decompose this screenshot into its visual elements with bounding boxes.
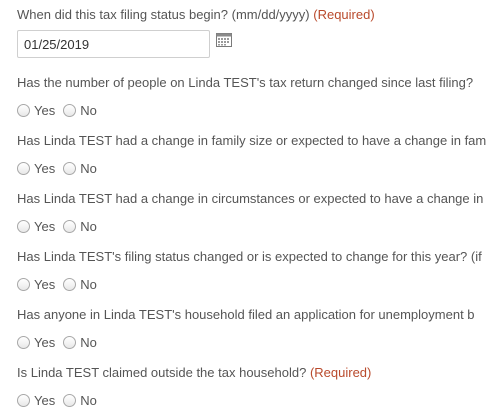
yes-label: Yes bbox=[34, 334, 56, 350]
question-text: Is Linda TEST claimed outside the tax ho… bbox=[17, 365, 307, 380]
question-label: Has Linda TEST had a change in family si… bbox=[17, 133, 491, 149]
no-option[interactable]: No bbox=[63, 277, 97, 292]
yes-radio[interactable] bbox=[17, 103, 30, 117]
no-option[interactable]: No bbox=[63, 393, 97, 408]
no-radio[interactable] bbox=[63, 103, 77, 117]
yes-no-radio-group: Yes No bbox=[17, 217, 491, 235]
question-label: Has Linda TEST had a change in circumsta… bbox=[17, 191, 491, 207]
question-family-size-change: Has Linda TEST had a change in family si… bbox=[17, 133, 491, 177]
yes-no-radio-group: Yes No bbox=[17, 275, 491, 293]
yes-radio[interactable] bbox=[17, 393, 30, 407]
yes-label: Yes bbox=[34, 218, 56, 234]
yes-option[interactable]: Yes bbox=[17, 219, 55, 234]
tax-status-start-date-input[interactable] bbox=[17, 30, 210, 58]
yes-no-radio-group: Yes No bbox=[17, 333, 491, 351]
yes-label: Yes bbox=[34, 276, 56, 292]
yes-radio[interactable] bbox=[17, 277, 30, 291]
question-text: Has the number of people on Linda TEST's… bbox=[17, 75, 474, 90]
yes-label: Yes bbox=[34, 160, 56, 176]
yes-radio[interactable] bbox=[17, 219, 30, 233]
question-unemployment-application: Has anyone in Linda TEST's household fil… bbox=[17, 307, 491, 351]
date-field-row bbox=[17, 30, 232, 58]
question-text: Has Linda TEST's filing status changed o… bbox=[17, 249, 482, 264]
no-label: No bbox=[80, 102, 97, 118]
question-tax-return-people-changed: Has the number of people on Linda TEST's… bbox=[17, 75, 491, 119]
no-label: No bbox=[80, 276, 97, 292]
question-label: Has Linda TEST's filing status changed o… bbox=[17, 249, 491, 265]
question-text: Has Linda TEST had a change in circumsta… bbox=[17, 191, 484, 206]
no-label: No bbox=[80, 160, 97, 176]
no-label: No bbox=[80, 334, 97, 350]
question-label: Has the number of people on Linda TEST's… bbox=[17, 75, 491, 91]
yes-no-radio-group: Yes No bbox=[17, 159, 491, 177]
no-option[interactable]: No bbox=[63, 219, 97, 234]
no-label: No bbox=[80, 392, 97, 408]
yes-option[interactable]: Yes bbox=[17, 393, 55, 408]
question-label: Has anyone in Linda TEST's household fil… bbox=[17, 307, 491, 323]
yes-option[interactable]: Yes bbox=[17, 335, 55, 350]
date-question-text: When did this tax filing status begin? (… bbox=[17, 7, 310, 22]
no-radio[interactable] bbox=[63, 219, 77, 233]
yes-no-radio-group: Yes No bbox=[17, 101, 491, 119]
no-radio[interactable] bbox=[63, 161, 77, 175]
yes-option[interactable]: Yes bbox=[17, 103, 55, 118]
yes-option[interactable]: Yes bbox=[17, 161, 55, 176]
required-indicator: (Required) bbox=[313, 7, 375, 22]
question-filing-status-changed: Has Linda TEST's filing status changed o… bbox=[17, 249, 491, 293]
no-label: No bbox=[80, 218, 97, 234]
question-text: Has Linda TEST had a change in family si… bbox=[17, 133, 487, 148]
no-option[interactable]: No bbox=[63, 335, 97, 350]
calendar-icon[interactable] bbox=[216, 33, 232, 47]
no-option[interactable]: No bbox=[63, 161, 97, 176]
yes-radio[interactable] bbox=[17, 161, 30, 175]
no-option[interactable]: No bbox=[63, 103, 97, 118]
question-label: Is Linda TEST claimed outside the tax ho… bbox=[17, 365, 491, 381]
yes-radio[interactable] bbox=[17, 335, 30, 349]
question-text: Has anyone in Linda TEST's household fil… bbox=[17, 307, 475, 322]
no-radio[interactable] bbox=[63, 393, 77, 407]
no-radio[interactable] bbox=[63, 335, 77, 349]
yes-label: Yes bbox=[34, 392, 56, 408]
required-indicator: (Required) bbox=[309, 365, 372, 380]
question-claimed-outside-household: Is Linda TEST claimed outside the tax ho… bbox=[17, 365, 491, 409]
no-radio[interactable] bbox=[63, 277, 77, 291]
yes-no-radio-group: Yes No bbox=[17, 391, 491, 409]
question-circumstances-change: Has Linda TEST had a change in circumsta… bbox=[17, 191, 491, 235]
yes-option[interactable]: Yes bbox=[17, 277, 55, 292]
date-question-label: When did this tax filing status begin? (… bbox=[17, 7, 375, 23]
yes-label: Yes bbox=[34, 102, 56, 118]
